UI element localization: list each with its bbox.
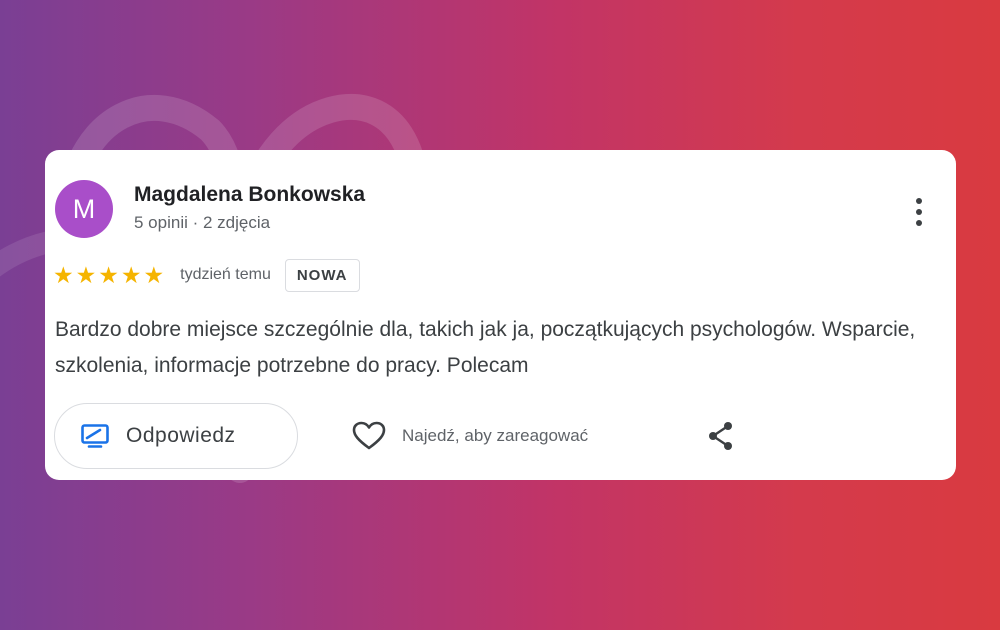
reviewer-meta: 5 opinii · 2 zdjęcia — [134, 213, 271, 232]
more-vert-icon-dot — [916, 198, 922, 204]
heart-icon — [352, 421, 386, 450]
rating-row: ★ ★ ★ ★ ★ tydzień temu NOWA — [53, 255, 360, 295]
star-icon: ★ — [143, 261, 165, 288]
review-time: tydzień temu — [180, 266, 271, 283]
avatar[interactable]: M — [55, 180, 113, 238]
more-options-button[interactable] — [907, 192, 931, 232]
review-text: Bardzo dobre miejsce szczególnie dla, ta… — [55, 318, 916, 377]
react-label: Najedź, aby zareagować — [402, 426, 589, 445]
reply-icon — [81, 424, 109, 448]
reply-button[interactable]: Odpowiedz — [54, 403, 298, 469]
review-card: M Magdalena Bonkowska 5 opinii · 2 zdjęc… — [45, 150, 956, 480]
more-vert-icon-dot — [916, 209, 922, 215]
more-vert-icon-dot — [916, 220, 922, 226]
reviewer-name[interactable]: Magdalena Bonkowska — [134, 183, 365, 207]
star-icon: ★ — [75, 261, 97, 288]
star-icon: ★ — [53, 261, 74, 288]
react-button[interactable]: Najedź, aby zareagować — [352, 418, 588, 454]
star-icon: ★ — [120, 261, 142, 288]
star-icon: ★ — [98, 261, 119, 288]
star-rating: ★ ★ ★ ★ ★ — [53, 261, 165, 288]
reply-label: Odpowiedz — [126, 424, 236, 447]
share-icon — [709, 422, 732, 450]
share-button[interactable] — [703, 418, 739, 454]
new-badge: NOWA — [284, 258, 360, 292]
avatar-initial: M — [72, 193, 96, 224]
